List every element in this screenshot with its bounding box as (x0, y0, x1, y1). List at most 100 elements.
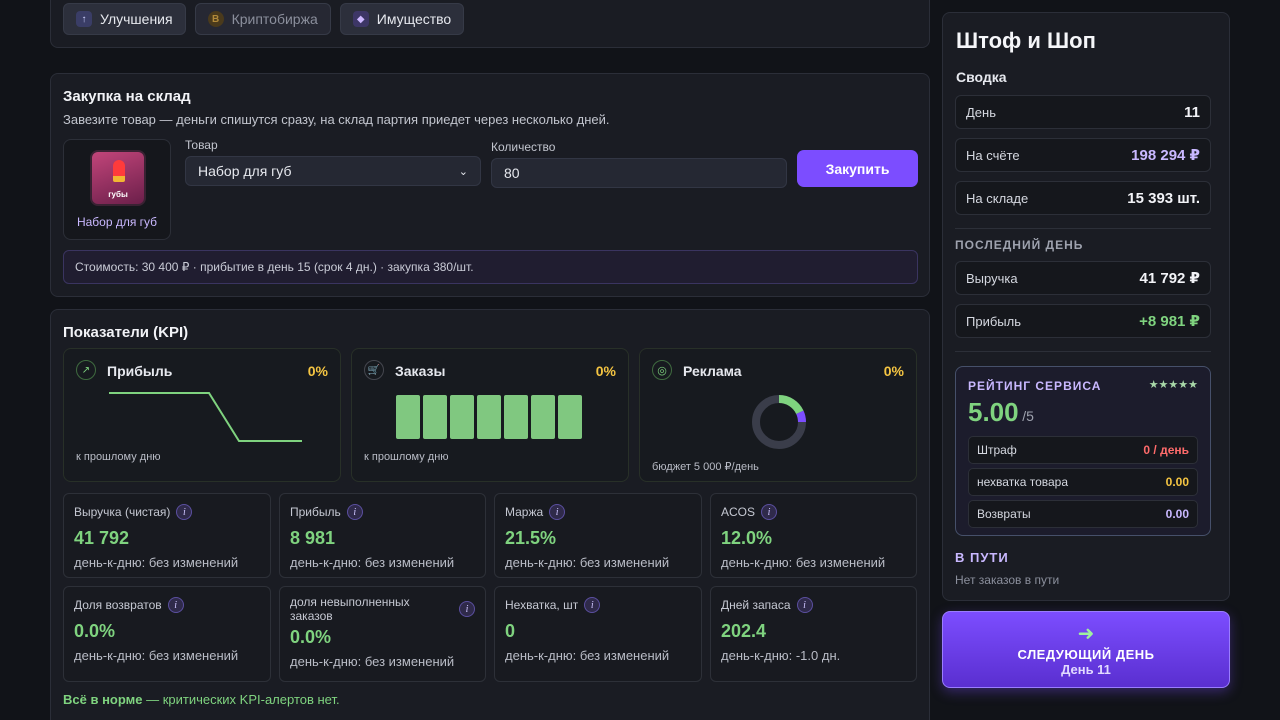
purchase-summary: Стоимость: 30 400 ₽ · прибытие в день 15… (63, 250, 918, 284)
kpi-card-orders[interactable]: 🛒 Заказы 0% к прошлому дню (351, 348, 629, 482)
metric-profit: Прибыль i 8 981 день-к-дню: без изменений (279, 493, 486, 578)
rating-penalty-label: Штраф (977, 443, 1017, 457)
metric-value: 21.5% (505, 528, 557, 548)
bitcoin-icon: B (207, 11, 224, 27)
rating-max: /5 (1022, 408, 1034, 424)
metric-sub: день-к-дню: без изменений (721, 555, 886, 570)
rating-shortage: нехватка товара 0.00 (968, 468, 1198, 496)
kpi-card-ads-title: Реклама (683, 363, 742, 379)
buy-button[interactable]: Закупить (797, 150, 918, 187)
summary-stock-value: 15 393 шт. (1127, 189, 1200, 207)
metric-sub: день-к-дню: без изменений (505, 555, 670, 570)
diamond-icon: ◆ (352, 11, 369, 27)
ads-donut (752, 395, 806, 449)
info-icon[interactable]: i (549, 504, 566, 520)
last-day-title: ПОСЛЕДНИЙ ДЕНЬ (955, 238, 1084, 252)
metric-sub: день-к-дню: без изменений (505, 648, 670, 663)
metric-unfulfilled: доля невыполненных заказов i 0.0% день-к-… (279, 586, 486, 682)
product-image: губы (90, 150, 146, 206)
metric-value: 0 (505, 621, 516, 641)
metric-shortage: Нехватка, шт i 0 день-к-дню: без изменени… (494, 586, 702, 682)
metric-sub: день-к-дню: -1.0 дн. (721, 648, 841, 663)
summary-balance-value: 198 294 ₽ (1131, 147, 1200, 164)
divider (955, 228, 1211, 229)
metric-revenue: Выручка (чистая) i 41 792 день-к-дню: без… (63, 493, 271, 578)
order-bar (450, 395, 474, 439)
purchase-panel: Закупка на склад Завезите товар — деньги… (50, 73, 930, 297)
rating-returns-value: 0.00 (1165, 507, 1189, 521)
metric-label: Прибыль (290, 505, 341, 519)
target-icon: ◎ (652, 360, 672, 380)
kpi-alert-strong: Всё в норме (63, 692, 143, 707)
order-bar (423, 395, 447, 439)
info-icon[interactable]: i (167, 597, 184, 613)
info-icon[interactable]: i (761, 504, 778, 520)
rating-title: РЕЙТИНГ СЕРВИСА (968, 379, 1102, 393)
rating-shortage-value: 0.00 (1165, 475, 1189, 489)
metric-label: доля невыполненных заказов (290, 595, 410, 623)
last-day-revenue: Выручка 41 792 ₽ (955, 261, 1211, 295)
qty-input-value: 80 (504, 165, 520, 181)
transit-text: Нет заказов в пути (955, 573, 1060, 587)
info-icon[interactable]: i (796, 597, 813, 613)
chevron-down-icon: ⌄ (458, 165, 468, 178)
next-day-sub: День 11 (1061, 662, 1111, 677)
product-label: Товар (185, 138, 218, 152)
product-select[interactable]: Набор для губ ⌄ (185, 156, 481, 186)
info-icon[interactable]: i (584, 597, 601, 613)
tab-property-label: Имущество (376, 11, 452, 27)
metric-label: Маржа (505, 505, 544, 519)
arrow-right-icon: ➜ (1077, 623, 1095, 645)
tab-property[interactable]: ◆ Имущество (339, 3, 465, 35)
metric-sub: день-к-дню: без изменений (74, 555, 239, 570)
rating-value: 5.00 (968, 397, 1019, 427)
metric-label: Дней запаса (721, 598, 791, 612)
metric-margin: Маржа i 21.5% день-к-дню: без изменений (494, 493, 702, 578)
last-day-profit: Прибыль +8 981 ₽ (955, 304, 1211, 338)
rating-penalty-value: 0 / день (1143, 443, 1189, 457)
metric-returns-share: Доля возвратов i 0.0% день-к-дню: без изм… (63, 586, 271, 682)
product-card[interactable]: губы Набор для губ (63, 139, 171, 240)
last-day-revenue-value: 41 792 ₽ (1139, 270, 1200, 287)
tab-crypto-exchange[interactable]: B Криптобиржа (194, 3, 331, 35)
summary-stock: На складе 15 393 шт. (955, 181, 1211, 215)
order-bar (477, 395, 501, 439)
metric-value: 41 792 (74, 528, 130, 548)
last-day-profit-value: +8 981 ₽ (1139, 313, 1200, 330)
info-icon[interactable]: i (176, 504, 193, 520)
buy-button-label: Закупить (825, 160, 890, 177)
kpi-card-profit-title: Прибыль (107, 363, 173, 379)
product-select-value: Набор для губ (198, 163, 292, 179)
profit-sparkline (109, 392, 302, 442)
top-tabs-panel: ↑ Улучшения B Криптобиржа ◆ Имущество (50, 0, 930, 48)
tab-upgrades[interactable]: ↑ Улучшения (63, 3, 186, 35)
sidebar: Штоф и Шоп Сводка День 11 На счёте 198 294… (942, 12, 1230, 601)
metric-label: ACOS (721, 505, 756, 519)
rating-stars: ★★★★★ (1148, 379, 1198, 391)
order-bar (558, 395, 582, 439)
summary-stock-label: На складе (966, 190, 1029, 206)
kpi-card-profit-pct: 0% (307, 363, 328, 379)
kpi-card-ads-pct: 0% (883, 363, 904, 379)
metric-value: 202.4 (721, 621, 767, 641)
kpi-panel: Показатели (KPI) ↗ Прибыль 0% к прошлому… (50, 309, 930, 720)
qty-input[interactable]: 80 (491, 158, 787, 188)
last-day-revenue-label: Выручка (966, 270, 1018, 286)
summary-day-label: День (966, 104, 996, 120)
metric-sub: день-к-дню: без изменений (290, 654, 455, 669)
info-icon[interactable]: i (459, 601, 475, 617)
kpi-card-orders-footer: к прошлому дню (364, 451, 449, 463)
rating-value-wrap: 5.00 /5 (968, 397, 1034, 428)
metric-label: Выручка (чистая) (74, 505, 171, 519)
info-icon[interactable]: i (346, 504, 363, 520)
divider (955, 351, 1211, 352)
rating-returns: Возвраты 0.00 (968, 500, 1198, 528)
summary-balance-label: На счёте (966, 147, 1020, 163)
metric-acos: ACOS i 12.0% день-к-дню: без изменений (710, 493, 917, 578)
tab-upgrades-label: Улучшения (100, 11, 173, 27)
kpi-card-ads[interactable]: ◎ Реклама 0% бюджет 5 000 ₽/день (639, 348, 917, 482)
next-day-button[interactable]: ➜ СЛЕДУЮЩИЙ ДЕНЬ День 11 (942, 611, 1230, 688)
kpi-card-profit[interactable]: ↗ Прибыль 0% к прошлому дню (63, 348, 341, 482)
order-bar (504, 395, 528, 439)
rating-shortage-label: нехватка товара (977, 475, 1069, 489)
